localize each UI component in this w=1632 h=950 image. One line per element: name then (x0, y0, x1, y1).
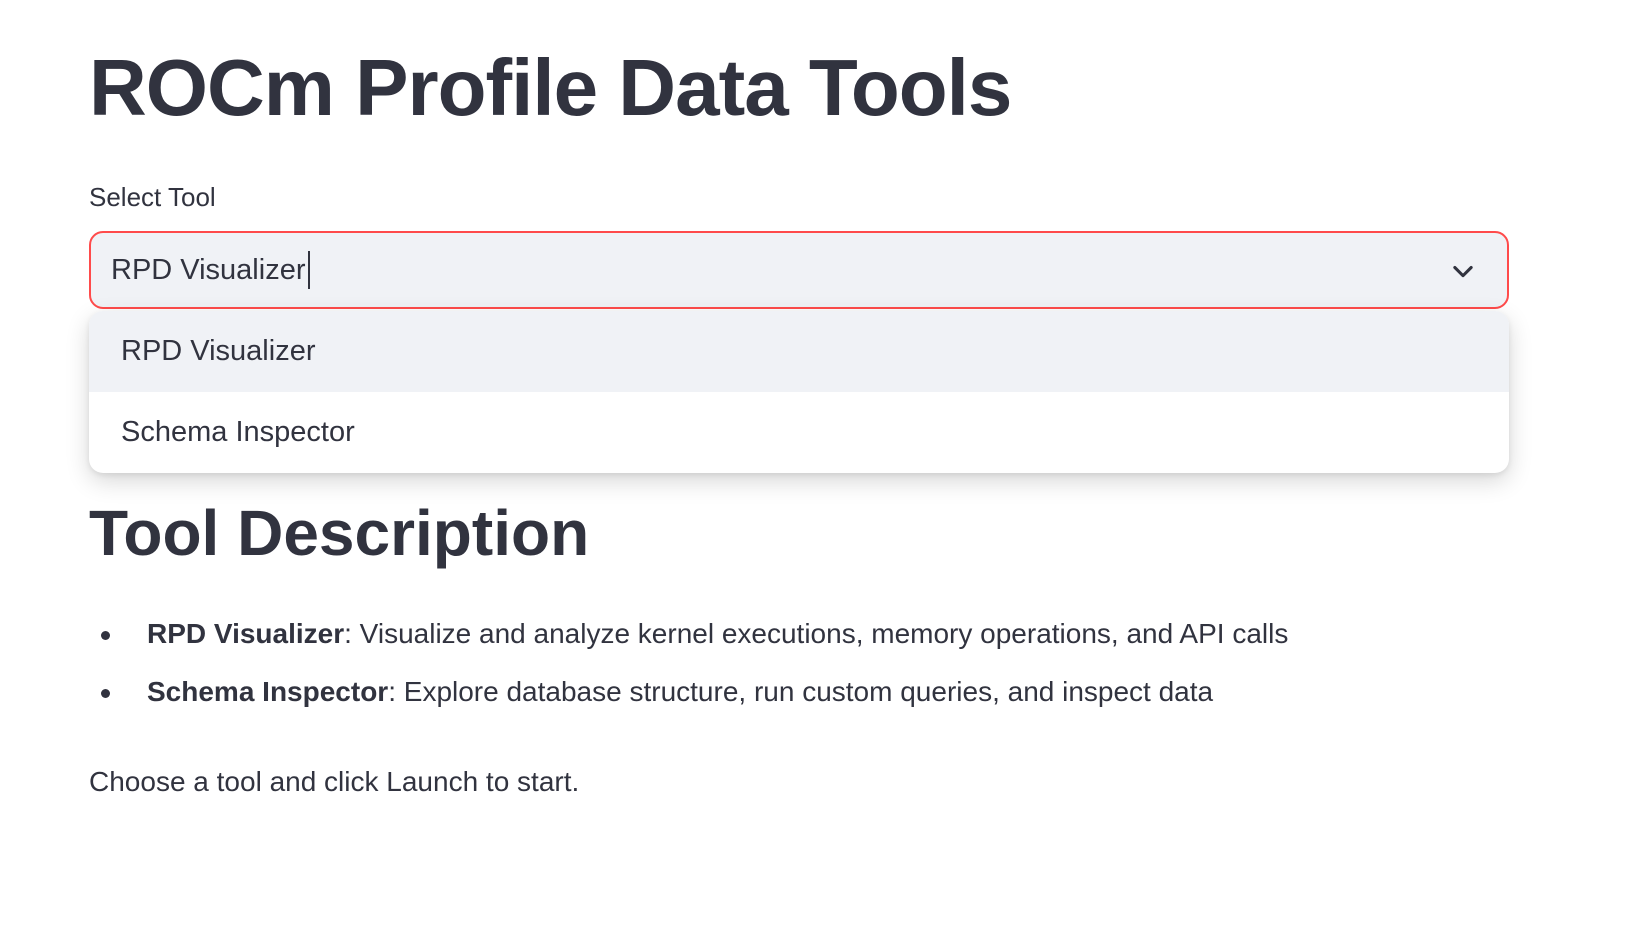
tool-summary: : Explore database structure, run custom… (388, 676, 1214, 707)
select-tool-label: Select Tool (89, 182, 216, 212)
page-title: ROCm Profile Data Tools (89, 43, 1012, 132)
instruction-text: Choose a tool and click Launch to start. (89, 766, 580, 797)
list-item: RPD Visualizer: Visualize and analyze ke… (89, 614, 1288, 654)
tool-description-heading: Tool Description (89, 497, 590, 569)
bullet-icon (101, 631, 110, 640)
option-rpd-visualizer[interactable]: RPD Visualizer (89, 311, 1509, 392)
tool-select-dropdown: RPD Visualizer Schema Inspector (89, 311, 1509, 473)
tool-name: Schema Inspector (147, 676, 389, 707)
tool-description-list: RPD Visualizer: Visualize and analyze ke… (89, 614, 1288, 730)
tool-summary: : Visualize and analyze kernel execution… (344, 618, 1289, 649)
tool-select-value[interactable]: RPD Visualizer (111, 250, 305, 290)
tool-name: RPD Visualizer (147, 618, 345, 649)
text-cursor (308, 251, 311, 289)
chevron-down-icon[interactable] (1449, 257, 1477, 285)
tool-select[interactable]: RPD Visualizer (89, 231, 1509, 309)
list-item: Schema Inspector: Explore database struc… (89, 672, 1288, 712)
option-schema-inspector[interactable]: Schema Inspector (89, 392, 1509, 473)
app-page: ROCm Profile Data Tools Select Tool RPD … (0, 0, 1632, 950)
bullet-icon (101, 689, 110, 698)
